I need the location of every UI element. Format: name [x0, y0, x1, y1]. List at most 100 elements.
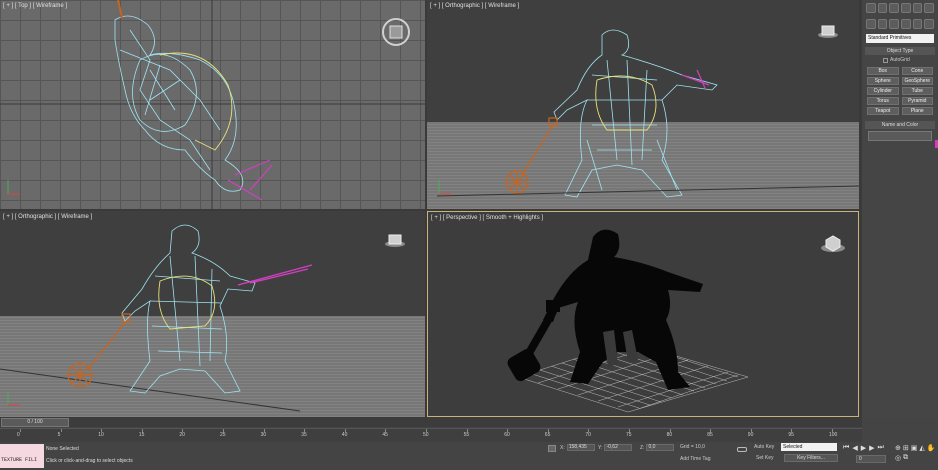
key-selection-dropdown[interactable]: Selected	[781, 443, 837, 451]
object-name-field[interactable]	[868, 131, 932, 141]
space-warps-icon[interactable]	[924, 19, 935, 29]
maximize-viewport-icon[interactable]: ⧉	[903, 454, 908, 462]
autogrid-option[interactable]: AutoGrid	[865, 55, 935, 65]
status-bar: TEXTURE FILI None Selected Click or clic…	[0, 443, 938, 470]
trackbar-tick-label: 0	[17, 432, 20, 438]
geometry-icon[interactable]	[866, 19, 876, 29]
viewport-orthographic-2[interactable]: [ + ] [ Orthographic ] [ Wireframe ]	[0, 211, 425, 417]
hierarchy-tab-icon[interactable]	[889, 3, 900, 13]
trackbar-tick-label: 70	[585, 432, 591, 438]
playback-controls: ⏮ ◀ ▶ ▶ ⏭	[843, 444, 884, 452]
trackbar-tick	[60, 429, 62, 432]
box-button[interactable]: Box	[867, 67, 899, 75]
go-to-end-icon[interactable]: ⏭	[877, 444, 883, 452]
create-tab-icon[interactable]	[866, 3, 876, 13]
x-coordinate[interactable]: X: 158,435	[560, 444, 595, 451]
teapot-button[interactable]: Teapot	[867, 107, 899, 115]
trackbar-tick-label: 65	[544, 432, 551, 438]
primitive-type-dropdown[interactable]: Standard Primitives	[866, 34, 934, 43]
torus-button[interactable]: Torus	[867, 97, 899, 105]
autogrid-checkbox[interactable]	[883, 57, 888, 63]
plane-button[interactable]: Plane	[901, 107, 933, 115]
viewport-perspective[interactable]: [ + ] [ Perspective ] [ Smooth + Highlig…	[427, 211, 859, 417]
name-color-title[interactable]: Name and Color	[865, 121, 935, 129]
pyramid-button[interactable]: Pyramid	[901, 97, 933, 105]
trackbar-tick-label: 5	[57, 432, 61, 438]
key-filters-button[interactable]: Key Filters...	[784, 454, 838, 462]
y-value[interactable]: -0,62	[604, 444, 633, 451]
geosphere-button[interactable]: GeoSphere	[901, 77, 933, 85]
wireframe-model-ortho-1	[436, 29, 859, 198]
display-tab-icon[interactable]	[912, 3, 923, 13]
sphere-button[interactable]: Sphere	[867, 77, 899, 85]
cameras-icon[interactable]	[901, 19, 911, 29]
helpers-icon[interactable]	[912, 19, 923, 29]
axis-tripod-icon	[7, 180, 20, 195]
z-label: Z:	[640, 444, 645, 451]
grid-size: Grid = 10,0	[680, 444, 705, 450]
create-category-row	[862, 16, 938, 32]
cylinder-button[interactable]: Cylinder	[867, 87, 899, 95]
command-panel-tabs	[862, 0, 938, 16]
viewport-orthographic-1[interactable]: [ + ] [ Orthographic ] [ Wireframe ]	[427, 0, 859, 209]
viewport-label-top[interactable]: [ + ] [ Top ] [ Wireframe ]	[3, 3, 67, 9]
tube-button[interactable]: Tube	[901, 87, 933, 95]
x-value[interactable]: 158,435	[566, 444, 595, 451]
zoom-all-icon[interactable]: ⊞	[903, 444, 909, 452]
shapes-icon[interactable]	[877, 19, 888, 29]
auto-key-button[interactable]: Auto Key	[754, 444, 774, 450]
maxscript-listener[interactable]: TEXTURE FILI	[0, 444, 44, 468]
orbit-icon[interactable]: ◎	[895, 454, 901, 462]
wireframe-model-ortho-2	[0, 224, 313, 412]
pan-icon[interactable]: ✋	[927, 444, 936, 452]
object-type-rollout: Object Type AutoGrid Box Cone Sphere Geo…	[865, 47, 935, 117]
current-frame-field[interactable]: 0	[856, 455, 886, 463]
selection-lock-icon[interactable]	[548, 445, 556, 452]
trackbar-tick-label: 100	[829, 432, 838, 438]
next-frame-icon[interactable]: ▶	[869, 444, 874, 452]
z-value[interactable]: 0,0	[646, 444, 675, 451]
trackbar-tick-label: 15	[138, 432, 145, 438]
zoom-icon[interactable]: ⊕	[895, 444, 901, 452]
time-slider-thumb[interactable]: 0 / 100	[1, 418, 69, 427]
trackbar-tick-label: 55	[463, 432, 470, 438]
trackbar-tick-label: 80	[666, 432, 673, 438]
prompt-line: Click or click-and-drag to select object…	[46, 458, 133, 464]
previous-frame-icon[interactable]: ◀	[852, 444, 857, 452]
y-coordinate[interactable]: Y: -0,62	[598, 444, 633, 451]
set-key-button[interactable]: Set Key	[756, 455, 774, 461]
command-panel: Standard Primitives Object Type AutoGrid…	[862, 0, 938, 470]
go-to-start-icon[interactable]: ⏮	[843, 444, 849, 452]
lights-icon[interactable]	[889, 19, 900, 29]
time-slider[interactable]: 0 / 100	[0, 418, 862, 427]
viewport-top[interactable]: [ + ] [ Top ] [ Wireframe ]	[0, 0, 425, 209]
zoom-extents-icon[interactable]: ▣	[911, 444, 918, 452]
trackbar-tick-label: 95	[788, 432, 794, 438]
name-color-rollout: Name and Color	[865, 121, 935, 141]
viewcube-icon[interactable]	[381, 17, 411, 47]
motion-tab-icon[interactable]	[901, 3, 911, 13]
trackbar-tick-label: 50	[423, 432, 429, 438]
viewcube-icon[interactable]	[820, 232, 846, 254]
trackbar[interactable]: 0 5 10 15 20 25 30 35 40 45 50 55 60 65 70 75 80 85 90 95 10…	[0, 428, 862, 442]
z-coordinate[interactable]: Z: 0,0	[640, 444, 675, 451]
field-of-view-icon[interactable]: ◭	[919, 444, 924, 452]
trackbar-tick-label: 30	[260, 432, 267, 438]
viewcube-icon[interactable]	[817, 22, 839, 38]
autogrid-label: AutoGrid	[890, 57, 910, 63]
play-icon[interactable]: ▶	[861, 444, 866, 452]
wireframe-model-top	[0, 0, 425, 209]
object-type-title[interactable]: Object Type	[865, 47, 935, 55]
cone-button[interactable]: Cone	[901, 67, 933, 75]
utilities-tab-icon[interactable]	[924, 3, 935, 13]
add-time-tag-button[interactable]: Add Time Tag	[680, 456, 710, 462]
x-label: X:	[560, 444, 565, 451]
selection-status: None Selected	[46, 446, 79, 452]
key-mode-icon[interactable]	[737, 447, 747, 452]
shaded-model-perspective	[507, 229, 749, 413]
trackbar-tick-label: 75	[626, 432, 632, 438]
trackbar-tick-label: 40	[341, 432, 348, 438]
viewcube-icon[interactable]	[384, 231, 406, 247]
modify-tab-icon[interactable]	[877, 3, 888, 13]
trackbar-tick	[20, 429, 21, 432]
